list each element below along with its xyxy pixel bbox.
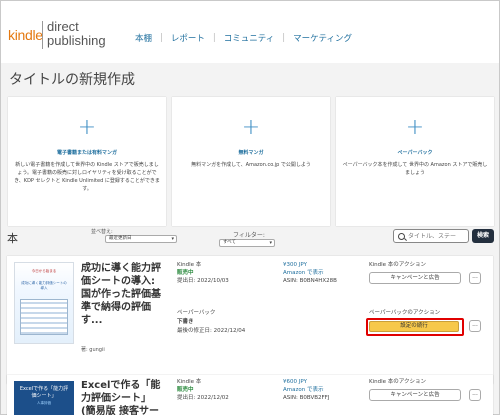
top-header: kindle direct publishing 本棚 | レポート | コミュ… [1,1,499,63]
plus-icon: + [77,115,97,140]
search-input[interactable] [408,232,466,241]
book-cover[interactable]: Excelで作る「能力評価シート」 人事評価 [14,381,74,415]
kindle-actions-title: Kindle 本のアクション [369,379,426,385]
book-cover[interactable]: 今日から始まる 成功に導く能力評価シートの導入 [14,262,74,344]
kindle-price[interactable]: ¥300 JPY [283,262,307,269]
sort-label: 並べ替え: [91,229,113,235]
more-options-button[interactable]: ... [469,389,481,401]
nav-community[interactable]: コミュニティ [216,32,283,44]
kdp-logo-kindle[interactable]: kindle [8,27,43,43]
campaigns-button[interactable]: キャンペーンと広告 [369,389,461,401]
filter-select[interactable]: すべて ▾ [219,239,275,247]
more-options-button[interactable]: ... [469,320,481,332]
card-description: ペーパーバック本を作成して 世界中の Amazon ストアで販売しましょう [342,162,488,176]
plus-icon: + [405,115,425,140]
amazon-link[interactable]: Amazon で表示 [283,270,323,277]
sort-select[interactable]: 最近更新日 ▾ [105,235,177,243]
book-row: 今日から始まる 成功に導く能力評価シートの導入 成功に導く能力評価シートの導入:… [7,256,493,384]
kindle-actions-title: Kindle 本のアクション [369,262,426,268]
filter-label: フィルター: [233,232,265,239]
sort-value: 最近更新日 [109,236,132,241]
highlight-box: 設定の続行 [366,318,464,336]
kindle-asin: ASIN: B0BN4HX28B [283,278,337,284]
book-title[interactable]: 成功に導く能力評価シートの導入: 国が作った評価基準で納得の評価 す... [81,262,163,327]
book-author: 著: gungii [81,347,105,353]
kindle-date: 提出日: 2022/10/03 [177,278,229,284]
chevron-down-icon: ▾ [269,240,272,246]
create-paperback-card[interactable]: + ペーパーバック ペーパーバック本を作成して 世界中の Amazon ストアで… [336,97,494,226]
more-options-button[interactable]: ... [469,272,481,284]
cover-text-top: 今日から始まる [31,269,57,273]
card-title[interactable]: 電子書籍または有料マンガ [8,149,166,156]
book-title[interactable]: Excelで作る「能力評価シート」(簡易版 接客サービ [81,379,163,415]
search-icon [398,233,405,240]
card-title[interactable]: ペーパーバック [336,149,494,156]
kindle-format: Kindle 本 [177,262,202,268]
amazon-link[interactable]: Amazon で表示 [283,387,323,394]
kindle-date: 提出日: 2022/12/02 [177,395,229,401]
kindle-status: 販売中 [177,270,194,276]
search-box[interactable] [393,229,469,243]
bookshelf-content: タイトルの新規作成 + 電子書籍または有料マンガ 新しい電子書籍を作成して世界中… [1,63,499,415]
paperback-format: ペーパーバック [177,310,216,316]
chevron-down-icon: ▾ [171,236,174,242]
create-free-manga-card[interactable]: + 無料マンガ 無料マンガを作成して、Amazon.co.jp で公開しよう [172,97,330,226]
nav-bookshelf[interactable]: 本棚 [127,32,160,44]
card-title[interactable]: 無料マンガ [172,149,330,156]
kindle-status: 販売中 [177,387,194,393]
nav-marketing[interactable]: マーケティング [285,32,360,44]
books-section-title: 本 [7,232,18,245]
card-description: 新しい電子書籍を作成して世界中の Kindle ストアで販売しましょう。電子書籍… [14,162,160,192]
plus-icon: + [241,115,261,140]
main-nav: 本棚 | レポート | コミュニティ | マーケティング [127,32,360,44]
filter-value: すべて [223,240,237,245]
book-row: Excelで作る「能力評価シート」 人事評価 Excelで作る「能力評価シート」… [7,375,493,415]
kindle-price[interactable]: ¥600 JPY [283,379,307,386]
page-title: タイトルの新規作成 [9,72,135,88]
paperback-actions-title: ペーパーバックのアクション [369,310,441,316]
logo-divider [42,21,43,49]
paperback-date: 最後の修正日: 2022/12/04 [177,328,246,334]
campaigns-button[interactable]: キャンペーンと広告 [369,272,461,284]
cover-text-main: 成功に導く能力評価シートの導入 [21,281,67,290]
continue-setup-button[interactable]: 設定の続行 [369,321,459,332]
paperback-status: 下書き [177,319,194,325]
kindle-asin: ASIN: B0BVB2FFJ [283,395,330,401]
kdp-logo-publishing[interactable]: publishing [47,34,106,48]
cover-illustration [20,299,68,335]
kindle-format: Kindle 本 [177,379,202,385]
search-button[interactable]: 検索 [472,229,494,243]
nav-reports[interactable]: レポート [163,32,213,44]
card-description: 無料マンガを作成して、Amazon.co.jp で公開しよう [191,162,311,168]
cover-text-sub: 人事評価 [37,401,51,405]
kdp-logo-direct[interactable]: direct [47,20,79,34]
cover-text-main: Excelで作る「能力評価シート」 [19,386,69,399]
create-ebook-card[interactable]: + 電子書籍または有料マンガ 新しい電子書籍を作成して世界中の Kindle ス… [8,97,166,226]
